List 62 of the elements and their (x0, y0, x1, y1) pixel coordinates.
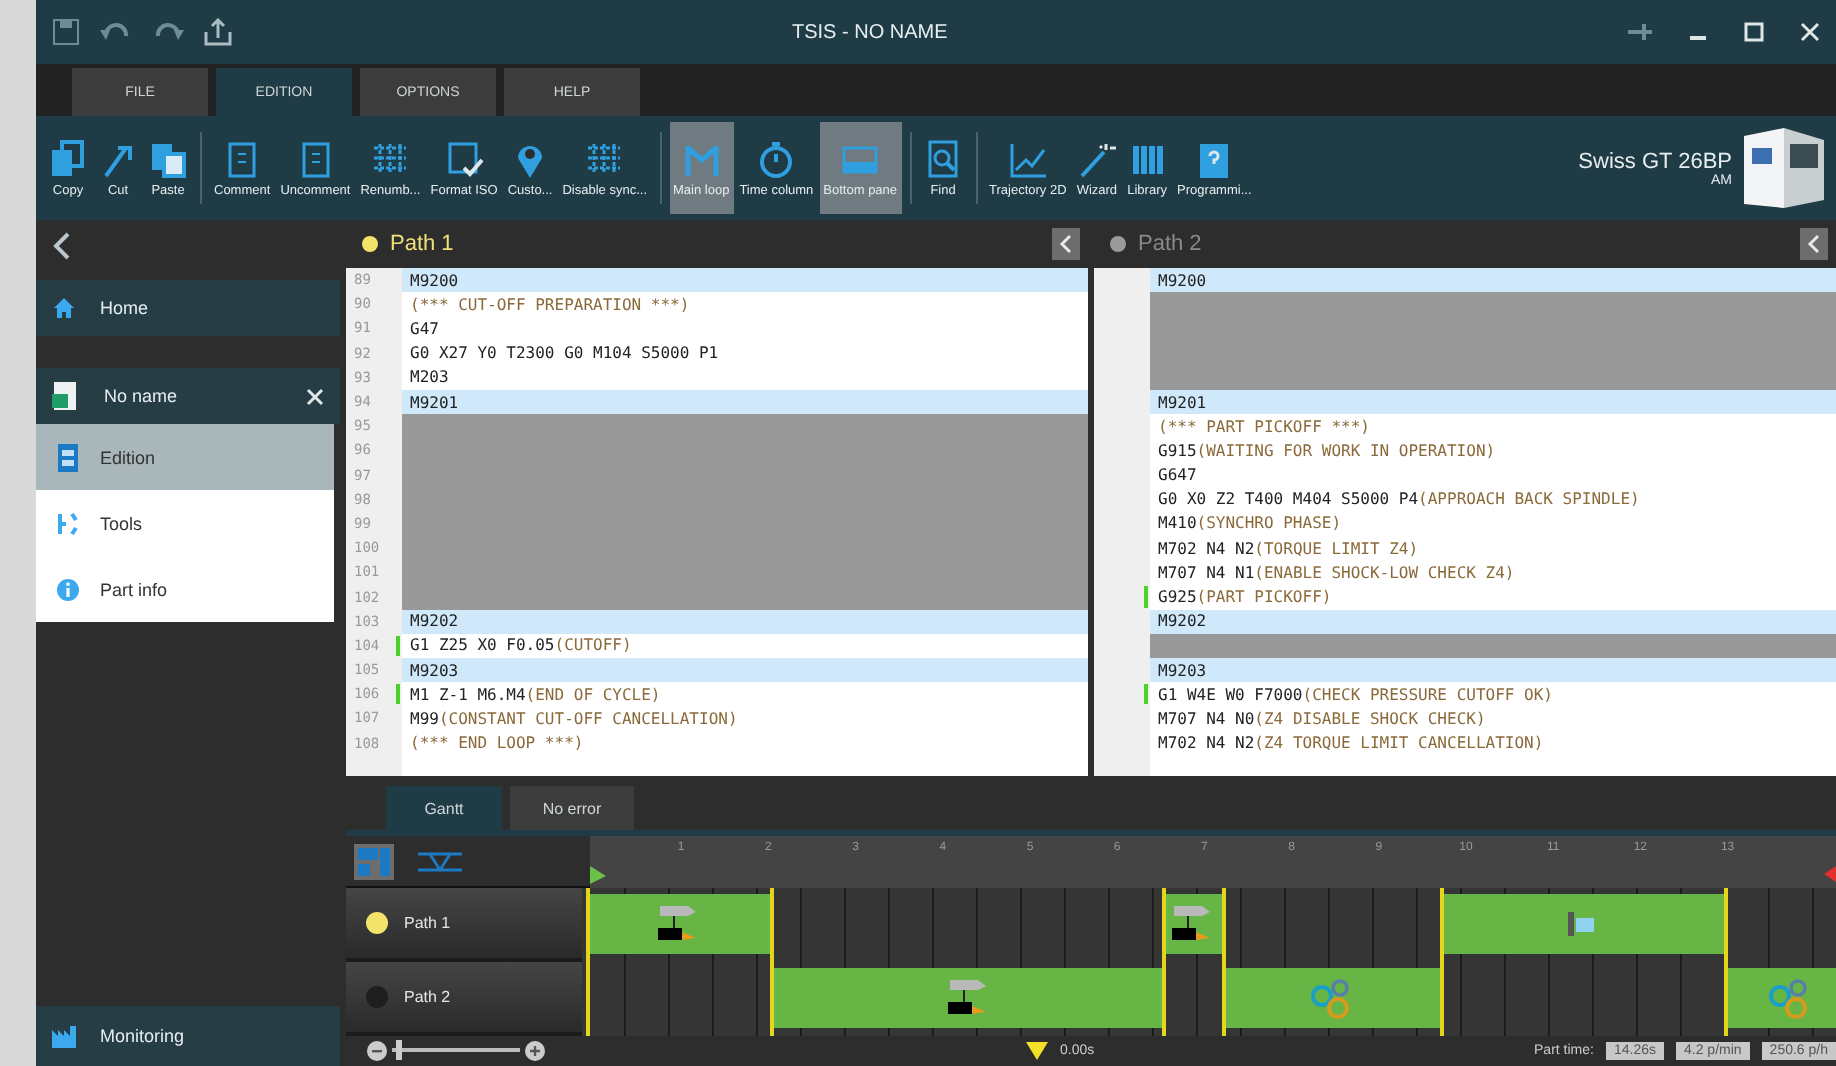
code-line: G1 Z25 X0 F0.05(CUTOFF) (408, 634, 634, 658)
copy-icon (48, 139, 88, 179)
zoom-in-icon[interactable] (524, 1039, 546, 1061)
change-marker (1144, 586, 1148, 608)
panel-tab[interactable]: Gantt (386, 786, 502, 830)
export-icon[interactable] (204, 18, 232, 46)
format-icon (444, 139, 485, 179)
code-editor[interactable]: M9200 (*** CUT-OFF PREPARATION ***) G47 G0 X27 Y0 T2300 G0 M104 S5000 P1 M203 M9201 M9202 G1 Z25 X0 F0.05(CUTOFF) M9203 M1 Z-1 M6.M4(END OF CYCLE) M99(CONSTANT CUT-OFF CANCELLATION) (*** END LOOP ***) (402, 268, 1088, 776)
window-title: TSIS - NO NAME (792, 21, 950, 43)
change-marker (1144, 684, 1148, 705)
close-icon[interactable] (306, 387, 324, 405)
paste-icon (148, 139, 188, 179)
info-icon (56, 575, 80, 603)
code-line: G1 W4E W0 F7000(CHECK PRESSURE CUTOFF OK) (1156, 683, 1555, 707)
layout-button[interactable] (354, 843, 394, 879)
tool-icon (655, 902, 700, 946)
edition-icon (56, 443, 80, 471)
code-line: M1 Z-1 M6.M4(END OF CYCLE) (408, 683, 663, 707)
start-flag-icon (590, 866, 606, 884)
factory-icon (52, 1025, 76, 1047)
collapse-button[interactable] (1800, 228, 1828, 260)
back-icon[interactable] (52, 232, 72, 260)
gears-icon (1767, 976, 1812, 1020)
chevron-left-icon (1806, 234, 1822, 254)
tool-icon (945, 976, 990, 1020)
collapse-button[interactable] (1052, 228, 1080, 260)
sidebar-item[interactable]: Tools (36, 490, 334, 556)
file-header[interactable]: No name (36, 368, 340, 424)
close-icon[interactable] (1800, 22, 1820, 42)
tools-icon (56, 509, 80, 537)
gantt-bar[interactable] (1161, 894, 1223, 954)
save-icon[interactable] (52, 18, 80, 46)
gantt-row-label[interactable]: Path 2 (346, 962, 582, 1036)
maximize-icon[interactable] (1744, 22, 1764, 42)
machine-name: Swiss GT 26BP (1578, 149, 1732, 173)
path-title[interactable]: Path 1 (390, 232, 1040, 256)
change-marker (396, 684, 400, 705)
spindle-icon (1566, 908, 1599, 940)
panel-tab[interactable]: No error (510, 786, 634, 830)
home-item[interactable]: Home (36, 280, 340, 336)
tool-icon (1170, 902, 1214, 946)
code-line: G925(PART PICKOFF) (1156, 586, 1334, 610)
home-icon (52, 296, 76, 320)
chevron-left-icon (1058, 234, 1074, 254)
wand-icon (1076, 139, 1117, 179)
zoom-out-icon[interactable] (366, 1039, 388, 1061)
change-marker (396, 635, 400, 656)
gears-icon (1309, 976, 1354, 1020)
sidebar-item[interactable]: Edition (36, 424, 334, 490)
gantt-row-label[interactable]: Path 1 (346, 888, 582, 962)
monitoring-item[interactable]: Monitoring (36, 1006, 340, 1066)
path-label: Path 2 (404, 988, 451, 1006)
path-label: Path 1 (404, 914, 451, 932)
end-marker-icon (1824, 866, 1836, 882)
gantt-bar[interactable] (586, 894, 770, 954)
cursor-marker-icon[interactable] (1026, 1041, 1048, 1059)
find-icon (923, 139, 964, 179)
chart-icon (1007, 139, 1048, 179)
clock-icon (756, 139, 797, 179)
path-title[interactable]: Path 2 (1138, 232, 1788, 256)
file-icon (52, 380, 80, 412)
sidebar-item[interactable]: Part info (36, 556, 334, 622)
